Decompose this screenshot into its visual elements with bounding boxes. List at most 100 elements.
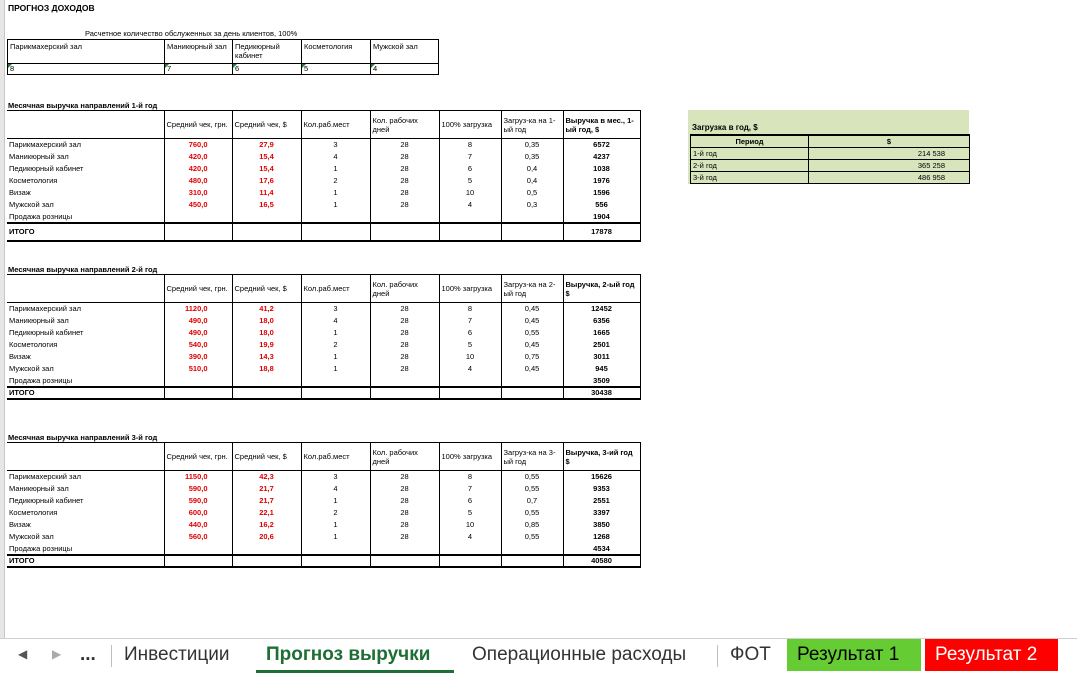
avg-check-uah-cell[interactable]: 510,0 — [163, 362, 233, 375]
seats-cell[interactable]: 1 — [300, 186, 371, 199]
revenue-cell[interactable]: 3850 — [562, 518, 641, 531]
avg-check-uah-cell[interactable]: 390,0 — [163, 350, 233, 363]
empty-cell[interactable] — [500, 542, 564, 555]
load-factor-cell[interactable]: 0,7 — [500, 494, 564, 507]
avg-check-usd-cell[interactable]: 27,9 — [231, 138, 302, 151]
empty-cell[interactable] — [369, 221, 440, 242]
empty-cell[interactable] — [163, 385, 233, 400]
work-days-cell[interactable]: 28 — [369, 494, 440, 507]
avg-check-uah-cell[interactable]: 420,0 — [163, 150, 233, 163]
avg-check-usd-cell[interactable]: 15,4 — [231, 162, 302, 175]
empty-cell[interactable] — [231, 210, 302, 223]
total-label-cell[interactable]: ИТОГО — [7, 553, 165, 568]
load-factor-cell[interactable]: 0,55 — [500, 326, 564, 339]
direction-name-cell[interactable]: Парикмахерский зал — [7, 302, 165, 315]
avg-check-usd-cell[interactable]: 22,1 — [231, 506, 302, 519]
work-days-cell[interactable]: 28 — [369, 518, 440, 531]
column-header[interactable] — [7, 110, 165, 139]
empty-cell[interactable] — [369, 542, 440, 555]
prev-sheet-icon[interactable]: ◀ — [18, 647, 27, 661]
column-header[interactable]: 100% загрузка — [438, 274, 502, 303]
empty-cell[interactable] — [231, 385, 302, 400]
empty-cell[interactable] — [500, 221, 564, 242]
seats-cell[interactable]: 2 — [300, 506, 371, 519]
direction-name-cell[interactable]: Мужской зал — [7, 198, 165, 211]
work-days-cell[interactable]: 28 — [369, 506, 440, 519]
empty-cell[interactable] — [231, 553, 302, 568]
total-value-cell[interactable]: 17878 — [562, 221, 641, 242]
column-header[interactable]: Кол.раб.мест — [300, 274, 371, 303]
full-load-cell[interactable]: 8 — [438, 470, 502, 483]
capacity-header[interactable]: Маникюрный зал — [164, 39, 233, 64]
load-factor-cell[interactable]: 0,35 — [500, 150, 564, 163]
avg-check-uah-cell[interactable]: 310,0 — [163, 186, 233, 199]
column-header[interactable] — [7, 274, 165, 303]
revenue-cell[interactable]: 1038 — [562, 162, 641, 175]
empty-cell[interactable] — [300, 553, 371, 568]
load-factor-cell[interactable]: 0,55 — [500, 530, 564, 543]
direction-name-cell[interactable]: Парикмахерский зал — [7, 138, 165, 151]
avg-check-usd-cell[interactable]: 21,7 — [231, 494, 302, 507]
empty-cell[interactable] — [500, 210, 564, 223]
capacity-value[interactable]: 4 — [370, 63, 439, 75]
load-factor-cell[interactable]: 0,5 — [500, 186, 564, 199]
revenue-cell[interactable]: 12452 — [562, 302, 641, 315]
seats-cell[interactable]: 1 — [300, 198, 371, 211]
column-header[interactable]: Загруз-ка на 1-ый год — [500, 110, 564, 139]
empty-cell[interactable] — [300, 542, 371, 555]
load-factor-cell[interactable]: 0,4 — [500, 162, 564, 175]
column-header[interactable]: Выручка в мес., 1-ый год, $ — [562, 110, 641, 139]
full-load-cell[interactable]: 7 — [438, 482, 502, 495]
avg-check-uah-cell[interactable]: 490,0 — [163, 326, 233, 339]
column-header[interactable]: Средний чек, грн. — [163, 442, 233, 471]
column-header[interactable]: Средний чек, $ — [231, 442, 302, 471]
avg-check-uah-cell[interactable]: 540,0 — [163, 338, 233, 351]
avg-check-uah-cell[interactable]: 1150,0 — [163, 470, 233, 483]
capacity-value[interactable]: 6 — [232, 63, 302, 75]
row-header-strip[interactable] — [0, 0, 5, 638]
revenue-cell[interactable]: 1268 — [562, 530, 641, 543]
revenue-cell[interactable]: 9353 — [562, 482, 641, 495]
work-days-cell[interactable]: 28 — [369, 470, 440, 483]
period-cell[interactable]: 3-й год — [690, 170, 809, 184]
load-factor-cell[interactable]: 0,45 — [500, 314, 564, 327]
revenue-cell[interactable]: 6356 — [562, 314, 641, 327]
avg-check-usd-cell[interactable]: 18,8 — [231, 362, 302, 375]
avg-check-uah-cell[interactable]: 760,0 — [163, 138, 233, 151]
column-header[interactable]: Выручка, 2-ый год $ — [562, 274, 641, 303]
empty-cell[interactable] — [163, 374, 233, 387]
direction-name-cell[interactable]: Парикмахерский зал — [7, 470, 165, 483]
revenue-cell[interactable]: 2551 — [562, 494, 641, 507]
seats-cell[interactable]: 1 — [300, 494, 371, 507]
column-header[interactable]: Кол.раб.мест — [300, 442, 371, 471]
empty-cell[interactable] — [300, 210, 371, 223]
avg-check-usd-cell[interactable]: 15,4 — [231, 150, 302, 163]
work-days-cell[interactable]: 28 — [369, 314, 440, 327]
full-load-cell[interactable]: 6 — [438, 162, 502, 175]
seats-cell[interactable]: 3 — [300, 138, 371, 151]
seats-cell[interactable]: 4 — [300, 150, 371, 163]
empty-cell[interactable] — [369, 374, 440, 387]
work-days-cell[interactable]: 28 — [369, 138, 440, 151]
retail-label-cell[interactable]: Продажа розницы — [7, 374, 165, 387]
retail-label-cell[interactable]: Продажа розницы — [7, 542, 165, 555]
avg-check-uah-cell[interactable]: 1120,0 — [163, 302, 233, 315]
empty-cell[interactable] — [438, 374, 502, 387]
empty-cell[interactable] — [163, 553, 233, 568]
work-days-cell[interactable]: 28 — [369, 350, 440, 363]
revenue-cell[interactable]: 1976 — [562, 174, 641, 187]
column-header[interactable]: Выручка, 3-ий год $ — [562, 442, 641, 471]
load-factor-cell[interactable]: 0,55 — [500, 482, 564, 495]
direction-name-cell[interactable]: Косметология — [7, 506, 165, 519]
more-sheets-button[interactable]: ... — [70, 639, 106, 671]
avg-check-usd-cell[interactable]: 20,6 — [231, 530, 302, 543]
column-header[interactable]: Загруз-ка на 2-ый год — [500, 274, 564, 303]
avg-check-usd-cell[interactable]: 18,0 — [231, 326, 302, 339]
load-factor-cell[interactable]: 0,85 — [500, 518, 564, 531]
direction-name-cell[interactable]: Педикюрный кабинет — [7, 494, 165, 507]
column-header[interactable]: Средний чек, $ — [231, 110, 302, 139]
work-days-cell[interactable]: 28 — [369, 174, 440, 187]
work-days-cell[interactable]: 28 — [369, 530, 440, 543]
avg-check-usd-cell[interactable]: 18,0 — [231, 314, 302, 327]
column-header[interactable]: Кол. рабочих дней — [369, 274, 440, 303]
